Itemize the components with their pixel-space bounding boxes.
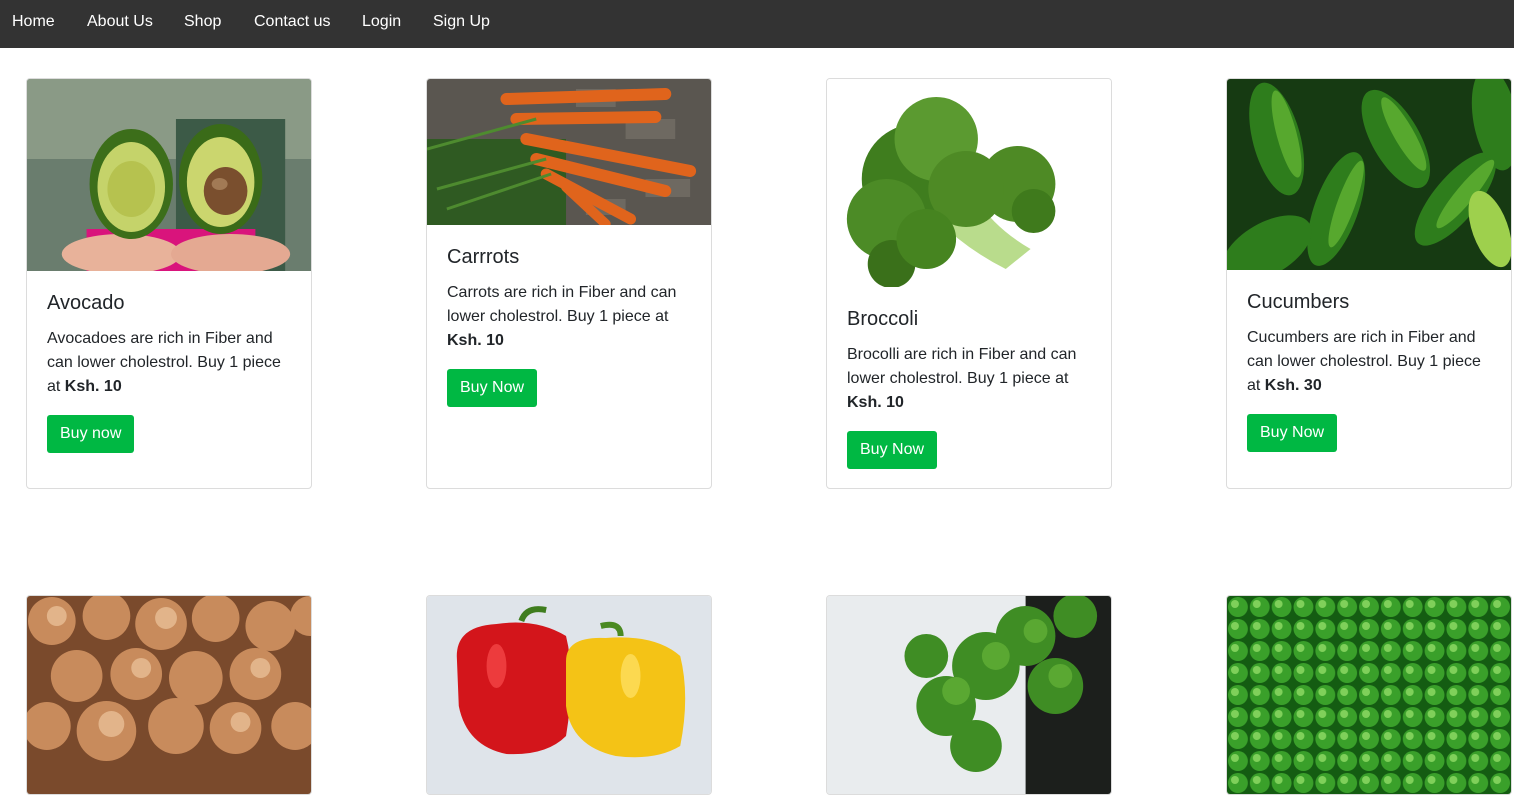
broccoli-image xyxy=(827,79,1111,287)
nav-shop-link[interactable]: Shop xyxy=(184,12,221,32)
buy-carrots-button[interactable]: Buy Now xyxy=(447,369,538,407)
product-description: Brocolli are rich in Fiber and can lower… xyxy=(847,346,1077,411)
product-description: Cucumbers are rich in Fiber and can lowe… xyxy=(1247,329,1481,394)
product-price: Ksh. 10 xyxy=(447,332,504,349)
buy-cucumbers-button[interactable]: Buy Now xyxy=(1247,414,1338,452)
product-card-carrots: Carrrots Carrots are rich in Fiber and c… xyxy=(426,78,712,489)
product-card-onions xyxy=(26,595,312,795)
product-price: Ksh. 30 xyxy=(1264,377,1322,394)
top-navbar: Home About Us Shop Contact us Login Sign… xyxy=(0,0,1514,48)
product-card-peppers xyxy=(426,595,712,795)
product-card-parsley xyxy=(826,595,1112,795)
product-title: Carrrots xyxy=(447,246,520,268)
product-price: Ksh. 10 xyxy=(64,378,122,395)
product-price: Ksh. 10 xyxy=(847,394,904,411)
nav-signup-link[interactable]: Sign Up xyxy=(433,12,490,32)
nav-home-link[interactable]: Home xyxy=(12,12,55,32)
product-title: Cucumbers xyxy=(1247,291,1350,313)
nav-login-link[interactable]: Login xyxy=(362,12,401,32)
nav-contact-link[interactable]: Contact us xyxy=(254,12,330,32)
product-description: Avocadoes are rich in Fiber and can lowe… xyxy=(47,330,281,395)
onions-image xyxy=(27,596,311,794)
product-title: Avocado xyxy=(47,292,125,314)
nav-about-link[interactable]: About Us xyxy=(87,12,153,32)
peas-image xyxy=(1227,596,1511,794)
carrots-image xyxy=(427,79,711,225)
buy-broccoli-button[interactable]: Buy Now xyxy=(847,431,938,469)
product-title: Broccoli xyxy=(847,308,919,330)
parsley-image xyxy=(827,596,1111,794)
product-card-avocado: Avocado Avocadoes are rich in Fiber and … xyxy=(26,78,312,489)
buy-avocado-button[interactable]: Buy now xyxy=(47,415,135,453)
product-card-cucumbers: Cucumbers Cucumbers are rich in Fiber an… xyxy=(1226,78,1512,489)
cucumbers-image xyxy=(1227,79,1511,270)
product-card-peas xyxy=(1226,595,1512,795)
avocado-image xyxy=(27,79,311,271)
product-description: Carrots are rich in Fiber and can lower … xyxy=(447,284,677,349)
product-card-broccoli: Broccoli Brocolli are rich in Fiber and … xyxy=(826,78,1112,489)
peppers-image xyxy=(427,596,711,794)
